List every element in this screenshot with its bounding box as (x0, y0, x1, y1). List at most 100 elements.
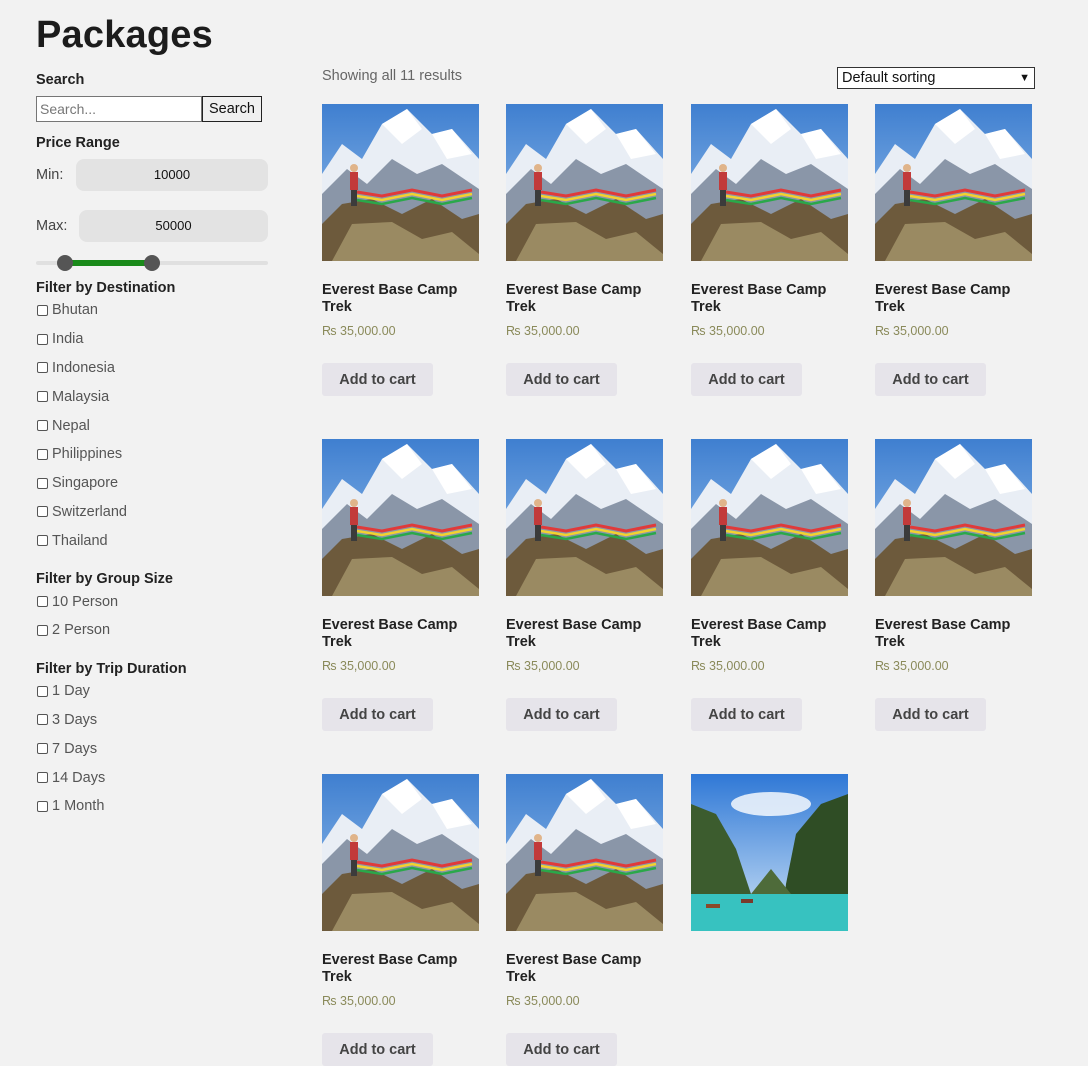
product-price: ₨ 35,000.00 (875, 659, 949, 673)
destination-filter: Filter by Destination Bhutan India Indones… (36, 280, 268, 555)
add-to-cart-button[interactable]: Add to cart (506, 363, 617, 396)
checkbox[interactable] (37, 420, 48, 432)
product-image[interactable] (875, 104, 1032, 261)
search-button[interactable]: Search (202, 96, 262, 122)
product-price: ₨ 35,000.00 (506, 659, 580, 673)
product-card: Everest Base Camp Trek ₨ 35,000.00 Add to … (875, 439, 1033, 731)
add-to-cart-button[interactable]: Add to cart (322, 363, 433, 396)
product-title[interactable]: Everest Base Camp Trek (322, 282, 480, 316)
group-size-heading: Filter by Group Size (36, 571, 173, 588)
duration-option[interactable]: 3 Days (36, 706, 268, 735)
group-size-option[interactable]: 10 Person (36, 587, 268, 616)
destination-option[interactable]: Malaysia (36, 382, 268, 411)
add-to-cart-button[interactable]: Add to cart (691, 698, 802, 731)
destination-heading: Filter by Destination (36, 280, 176, 296)
product-card (691, 774, 849, 931)
checkbox[interactable] (37, 714, 48, 726)
product-title[interactable]: Everest Base Camp Trek (691, 617, 849, 651)
search-input[interactable] (36, 96, 202, 122)
duration-option-label: 7 Days (52, 740, 98, 757)
duration-option[interactable]: 7 Days (36, 734, 268, 763)
product-card: Everest Base Camp Trek ₨ 35,000.00 Add to … (322, 774, 480, 1066)
checkbox[interactable] (37, 448, 48, 460)
price-max-input[interactable]: 50000 (79, 210, 268, 242)
destination-option-label: Singapore (52, 475, 119, 492)
destination-option-label: Bhutan (52, 302, 98, 319)
add-to-cart-button[interactable]: Add to cart (875, 698, 986, 731)
search-heading: Search (36, 72, 85, 88)
group-size-option[interactable]: 2 Person (36, 616, 268, 645)
checkbox[interactable] (37, 743, 48, 755)
product-title[interactable]: Everest Base Camp Trek (875, 282, 1033, 316)
group-size-option-label: 10 Person (52, 593, 119, 610)
price-range-slider[interactable] (36, 255, 268, 271)
checkbox[interactable] (37, 800, 48, 812)
product-image[interactable] (875, 439, 1032, 596)
search-row: Search (36, 96, 268, 122)
checkbox[interactable] (37, 596, 48, 608)
product-image[interactable] (506, 104, 663, 261)
product-title[interactable]: Everest Base Camp Trek (506, 282, 664, 316)
destination-option[interactable]: Nepal (36, 411, 268, 440)
product-title[interactable]: Everest Base Camp Trek (506, 617, 664, 651)
slider-range-fill (63, 260, 151, 266)
add-to-cart-button[interactable]: Add to cart (322, 1033, 433, 1066)
checkbox[interactable] (37, 506, 48, 518)
destination-option[interactable]: Switzerland (36, 498, 268, 527)
destination-option[interactable]: Philippines (36, 440, 268, 469)
checkbox[interactable] (37, 362, 48, 374)
product-image[interactable] (691, 104, 848, 261)
results-count: Showing all 11 results (322, 68, 462, 84)
product-image[interactable] (691, 439, 848, 596)
add-to-cart-button[interactable]: Add to cart (506, 1033, 617, 1066)
add-to-cart-button[interactable]: Add to cart (322, 698, 433, 731)
product-card: Everest Base Camp Trek ₨ 35,000.00 Add to … (506, 104, 664, 396)
destination-option-label: Switzerland (52, 503, 127, 520)
add-to-cart-button[interactable]: Add to cart (691, 363, 802, 396)
checkbox[interactable] (37, 304, 48, 316)
destination-option-label: Thailand (52, 532, 108, 549)
sort-select[interactable]: Default sorting ▼ (837, 67, 1035, 89)
add-to-cart-button[interactable]: Add to cart (506, 698, 617, 731)
product-image[interactable] (322, 104, 479, 261)
checkbox[interactable] (37, 477, 48, 489)
checkbox[interactable] (37, 772, 48, 784)
checkbox[interactable] (37, 333, 48, 345)
product-title[interactable]: Everest Base Camp Trek (691, 282, 849, 316)
price-min-input[interactable]: 10000 (76, 159, 268, 191)
add-to-cart-button[interactable]: Add to cart (875, 363, 986, 396)
product-price: ₨ 35,000.00 (691, 659, 765, 673)
product-price: ₨ 35,000.00 (506, 994, 580, 1008)
product-title[interactable]: Everest Base Camp Trek (875, 617, 1033, 651)
destination-option[interactable]: Indonesia (36, 354, 268, 383)
checkbox[interactable] (37, 685, 48, 697)
destination-option[interactable]: Thailand (36, 526, 268, 555)
checkbox[interactable] (37, 535, 48, 547)
product-image[interactable] (506, 439, 663, 596)
destination-option[interactable]: Bhutan (36, 296, 268, 325)
product-image[interactable] (506, 774, 663, 931)
duration-option-label: 3 Days (52, 711, 98, 728)
product-image[interactable] (691, 774, 848, 931)
slider-min-handle[interactable] (56, 255, 73, 271)
product-price: ₨ 35,000.00 (322, 324, 396, 338)
product-image[interactable] (322, 439, 479, 596)
checkbox[interactable] (37, 624, 48, 636)
slider-max-handle[interactable] (144, 255, 160, 271)
checkbox[interactable] (37, 391, 48, 403)
destination-option-label: Nepal (52, 417, 90, 434)
destination-option[interactable]: India (36, 325, 268, 354)
duration-option[interactable]: 1 Day (36, 677, 268, 706)
destination-option[interactable]: Singapore (36, 469, 268, 498)
duration-option[interactable]: 1 Month (36, 792, 268, 821)
product-card: Everest Base Camp Trek ₨ 35,000.00 Add to … (691, 439, 849, 731)
product-image[interactable] (322, 774, 479, 931)
product-title[interactable]: Everest Base Camp Trek (506, 952, 664, 986)
product-title[interactable]: Everest Base Camp Trek (322, 952, 480, 986)
product-card: Everest Base Camp Trek ₨ 35,000.00 Add to … (322, 104, 480, 396)
product-title[interactable]: Everest Base Camp Trek (322, 617, 480, 651)
duration-option-label: 14 Days (52, 769, 106, 786)
product-card: Everest Base Camp Trek ₨ 35,000.00 Add to … (875, 104, 1033, 396)
duration-option[interactable]: 14 Days (36, 763, 268, 792)
price-max-label: Max: (36, 218, 68, 234)
